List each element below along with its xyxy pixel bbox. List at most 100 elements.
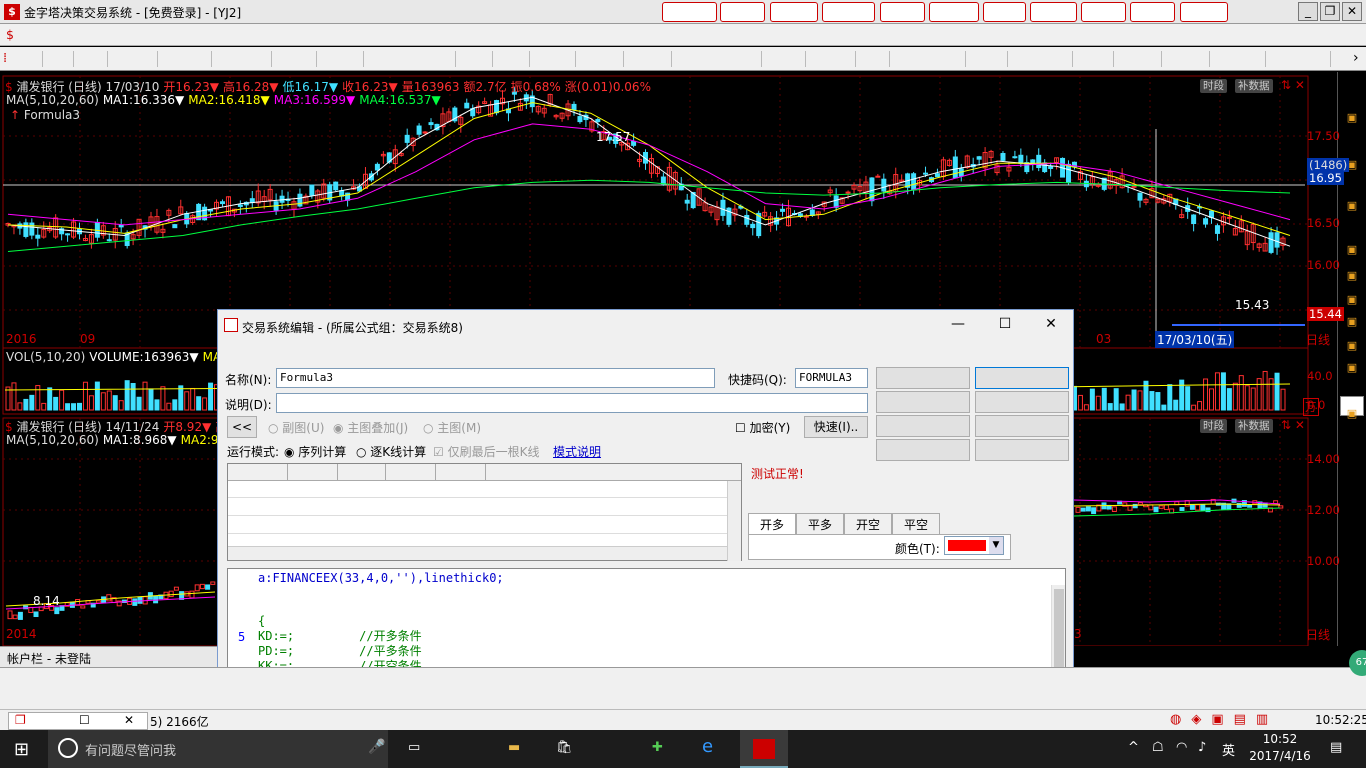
store-icon[interactable]: 🛍 [556, 740, 573, 755]
fast-button[interactable]: 快速(I).. [804, 416, 868, 438]
param-column-header[interactable] [228, 464, 288, 481]
param-vscrollbar[interactable] [727, 481, 741, 561]
restore-icon[interactable]: ❐ [1320, 2, 1340, 21]
close-icon[interactable]: ✕ [1041, 316, 1061, 332]
legend-item: VOL(5,10,20) [6, 350, 86, 364]
top-button[interactable] [1180, 2, 1228, 22]
param-column-header[interactable] [288, 464, 338, 481]
candle-body [494, 100, 500, 114]
top-button[interactable] [983, 2, 1026, 22]
notification-icon[interactable]: ▤ [1330, 740, 1342, 755]
panel-tool-icon[interactable]: ▣ [1340, 404, 1364, 424]
param-column-header[interactable] [386, 464, 436, 481]
param-column-header[interactable] [338, 464, 386, 481]
top-button[interactable] [770, 2, 818, 22]
fill-data-tag[interactable]: 补数据 [1235, 419, 1273, 433]
period-button[interactable] [1340, 218, 1364, 238]
last-bar-checkbox[interactable]: ☑ 仅刷最后一根K线 [433, 443, 539, 460]
mode-help-link[interactable]: 模式说明 [553, 443, 601, 460]
top-button[interactable] [929, 2, 979, 22]
collapse-button[interactable]: << [227, 416, 257, 438]
task-view-icon[interactable]: ▭ [408, 740, 420, 755]
top-button[interactable] [1030, 2, 1077, 22]
desc-field[interactable] [276, 393, 868, 413]
radio-kline[interactable]: ○ 逐K线计算 [356, 443, 426, 460]
app-menu-icon[interactable]: $ [6, 27, 14, 42]
title-bar: $ 金字塔决策交易系统 - [免费登录] - [YJ2] _ ❐ ✕ [0, 0, 1366, 24]
panel-tool-icon[interactable]: ▣ [1340, 358, 1364, 378]
search-box[interactable]: 有问题尽管问我 🎤 [48, 730, 388, 768]
time-period-tag[interactable]: 时段 [1200, 79, 1227, 93]
radio-main-overlay[interactable]: ◉ 主图叠加(J) [333, 419, 408, 436]
top-button[interactable] [720, 2, 765, 22]
dialog-action-button[interactable] [876, 415, 970, 437]
fill-data-tag[interactable]: 补数据 [1235, 79, 1273, 93]
microphone-icon[interactable]: 🎤 [368, 739, 385, 755]
panel-tool-icon[interactable]: ▣ [1340, 108, 1364, 128]
period-button[interactable] [1340, 438, 1364, 458]
param-table[interactable] [227, 463, 742, 561]
minimize-icon[interactable]: _ [1298, 2, 1318, 21]
tab-open-short[interactable]: 开空 [844, 513, 892, 535]
windows-start-icon[interactable]: ⊞ [14, 739, 29, 760]
minimized-window[interactable]: ❐ ☐ ✕ [8, 712, 148, 730]
taskbar-app-active[interactable] [740, 730, 788, 768]
top-button[interactable] [822, 2, 875, 22]
radio-sub-chart[interactable]: ○ 副图(U) [268, 419, 324, 436]
period-button[interactable] [1340, 464, 1364, 484]
name-label: 名称(N): [225, 373, 272, 387]
encrypt-checkbox[interactable]: ☐ 加密(Y) [735, 419, 790, 436]
period-button[interactable] [1340, 486, 1364, 506]
top-button[interactable] [1130, 2, 1175, 22]
dialog-action-button[interactable] [975, 367, 1069, 389]
panel-tool-icon[interactable]: ▣ [1340, 196, 1364, 216]
dialog-action-button[interactable] [975, 391, 1069, 413]
shortcut-field[interactable]: FORMULA3 [795, 368, 868, 388]
top-chart-icons[interactable]: ⇅ ✕ [1281, 78, 1305, 92]
top-button[interactable] [1081, 2, 1126, 22]
dialog-action-button[interactable] [876, 367, 970, 389]
close-icon[interactable]: ✕ [124, 713, 134, 727]
close-icon[interactable]: ✕ [1342, 2, 1362, 21]
period-button[interactable] [1340, 133, 1364, 153]
ime-indicator[interactable]: 英 [1222, 740, 1235, 759]
candle-body [1226, 503, 1232, 511]
browser-360-icon[interactable]: ✚ [652, 740, 663, 755]
volume-icon[interactable]: ♪ [1198, 740, 1206, 755]
top-button[interactable] [662, 2, 717, 22]
bottom-chart-icons[interactable]: ⇅ ✕ [1281, 418, 1305, 432]
taskbar-date[interactable]: 2017/4/16 [1240, 749, 1320, 763]
tab-close-long[interactable]: 平多 [796, 513, 844, 535]
param-column-header[interactable] [436, 464, 486, 481]
name-field[interactable]: Formula3 [276, 368, 715, 388]
panel-tool-icon[interactable]: ▣ [1340, 336, 1364, 356]
radio-sequence[interactable]: ◉ 序列计算 [284, 443, 346, 460]
param-hscrollbar[interactable] [228, 546, 727, 560]
dialog-action-button[interactable] [876, 391, 970, 413]
taskbar-time[interactable]: 10:52 [1248, 732, 1312, 746]
top-button[interactable] [880, 2, 925, 22]
dialog-action-button[interactable] [975, 439, 1069, 461]
radio-main-chart[interactable]: ○ 主图(M) [423, 419, 481, 436]
panel-tool-icon[interactable]: ▣ [1340, 266, 1364, 286]
maximize-icon[interactable]: ☐ [79, 713, 90, 727]
wifi-icon[interactable]: ◠ [1176, 740, 1187, 755]
minimize-icon[interactable]: — [948, 316, 968, 332]
tab-open-long[interactable]: 开多 [748, 513, 796, 535]
chevron-up-icon[interactable]: ^ [1128, 740, 1139, 755]
time-period-tag[interactable]: 时段 [1200, 419, 1227, 433]
tab-close-short[interactable]: 平空 [892, 513, 940, 535]
file-explorer-icon[interactable]: ▬ [508, 740, 520, 755]
network-icon[interactable]: ☖ [1152, 740, 1164, 755]
separator [107, 51, 108, 67]
menu-bar: $ [0, 24, 1366, 46]
maximize-icon[interactable]: ☐ [995, 316, 1015, 332]
panel-tool-icon[interactable]: ▣ [1340, 240, 1364, 260]
restore-icon[interactable]: ❐ [15, 713, 26, 727]
ie-icon[interactable]: e [702, 736, 713, 757]
dialog-action-button[interactable] [975, 415, 1069, 437]
chevron-right-icon[interactable]: › [1353, 50, 1359, 66]
dialog-action-button[interactable] [876, 439, 970, 461]
color-select[interactable]: ▼ [944, 536, 1004, 555]
status-icons[interactable]: ◍◈▣▤▥ [1170, 712, 1278, 727]
